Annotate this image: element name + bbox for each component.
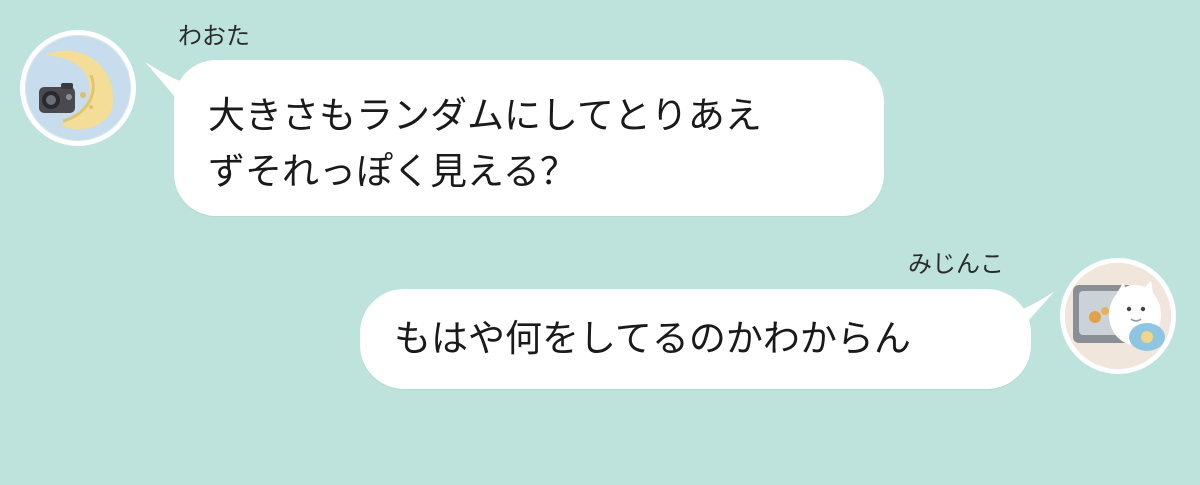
sender-avatar[interactable] — [1060, 258, 1176, 374]
chat-area: わおた 大きさもランダムにしてとりあえ ずそれっぽく見える？ みじんこ もはや何… — [0, 0, 1200, 485]
message-bubble[interactable]: もはや何をしてるのかわからん — [360, 289, 1031, 389]
cat-avatar-icon — [1065, 263, 1171, 369]
moon-camera-avatar-icon — [25, 35, 131, 141]
message-text: もはや何をしてるのかわからん — [394, 317, 911, 360]
message-text: 大きさもランダムにしてとりあえ ずそれっぽく見える？ — [208, 94, 762, 193]
message-bubble[interactable]: 大きさもランダムにしてとりあえ ずそれっぽく見える？ — [174, 60, 884, 216]
sender-name: みじんこ — [908, 250, 1004, 278]
sender-avatar[interactable] — [20, 30, 136, 146]
sender-name: わおた — [178, 22, 250, 50]
